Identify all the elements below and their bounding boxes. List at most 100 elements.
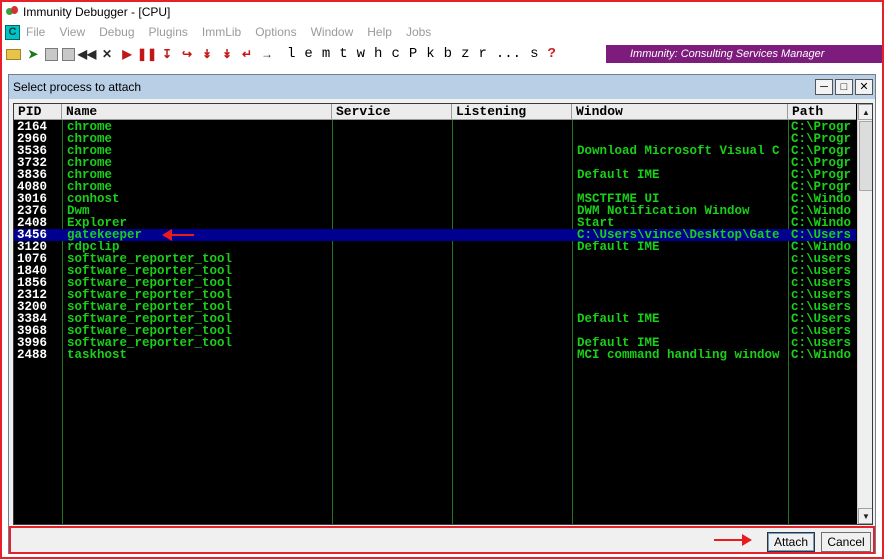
table-row[interactable]: 3120 rdpclip Default IME C:\Windo bbox=[14, 241, 856, 253]
table-row[interactable]: 1856 software_reporter_tool c:\users bbox=[14, 277, 856, 289]
toolbar-references[interactable]: r bbox=[478, 46, 486, 62]
table-row[interactable]: 3384 software_reporter_tool Default IME C:\… bbox=[14, 313, 856, 325]
cell-window bbox=[577, 253, 787, 265]
toolbar-call-stack[interactable]: k bbox=[426, 46, 434, 62]
trace-over-icon[interactable]: ↡ bbox=[219, 46, 235, 62]
scroll-thumb[interactable] bbox=[859, 121, 872, 191]
cell-listening bbox=[457, 313, 571, 325]
cell-window: DWM Notification Window bbox=[577, 205, 750, 217]
cell-path: c:\users bbox=[791, 337, 852, 349]
cell-pid: 3732 bbox=[17, 157, 48, 169]
restart-icon[interactable] bbox=[45, 47, 58, 61]
rewind-icon[interactable]: ◀◀ bbox=[78, 46, 96, 62]
step-into-icon[interactable]: ↧ bbox=[159, 46, 175, 62]
cell-service bbox=[337, 205, 451, 217]
help-icon[interactable]: ? bbox=[548, 46, 556, 62]
table-row[interactable]: 1076 software_reporter_tool c:\users bbox=[14, 253, 856, 265]
go-to-icon[interactable]: → bbox=[259, 46, 275, 62]
scroll-up-icon[interactable]: ▲ bbox=[858, 104, 872, 120]
cpu-icon[interactable]: C bbox=[5, 24, 20, 40]
toolbar-windows[interactable]: w bbox=[357, 46, 365, 62]
menu-file[interactable]: File bbox=[26, 25, 45, 39]
column-header-name[interactable]: Name bbox=[62, 104, 332, 120]
run-icon[interactable]: ▶ bbox=[119, 46, 135, 62]
cell-pid: 3456 bbox=[17, 229, 48, 241]
toolbar-threads[interactable]: t bbox=[339, 46, 347, 62]
table-row[interactable]: 3016 conhost MSCTFIME UI C:\Windo bbox=[14, 193, 856, 205]
menu-plugins[interactable]: Plugins bbox=[149, 25, 188, 39]
column-header-pid[interactable]: PID bbox=[14, 104, 62, 120]
table-row[interactable]: 2164 chrome C:\Progr bbox=[14, 121, 856, 133]
cell-name: chrome bbox=[67, 169, 113, 181]
table-row[interactable]: 3536 chrome Download Microsoft Visual C C:\… bbox=[14, 145, 856, 157]
table-row[interactable]: 2376 Dwm DWM Notification Window C:\Windo bbox=[14, 205, 856, 217]
close-program-icon[interactable] bbox=[62, 47, 75, 61]
trace-into-icon[interactable]: ↡ bbox=[199, 46, 215, 62]
minimize-icon[interactable]: ─ bbox=[815, 79, 833, 95]
table-row[interactable]: 3200 software_reporter_tool c:\users bbox=[14, 301, 856, 313]
table-header: PID Name Service Listening Window Path bbox=[14, 104, 856, 120]
table-row[interactable]: 2312 software_reporter_tool c:\users bbox=[14, 289, 856, 301]
toolbar-patches[interactable]: P bbox=[409, 46, 417, 62]
toolbar-handles[interactable]: h bbox=[374, 46, 382, 62]
cell-pid: 1840 bbox=[17, 265, 48, 277]
toolbar-cpu[interactable]: c bbox=[391, 46, 399, 62]
column-header-window[interactable]: Window bbox=[572, 104, 788, 120]
cell-pid: 2960 bbox=[17, 133, 48, 145]
attach-button[interactable]: Attach bbox=[767, 532, 815, 552]
menu-view[interactable]: View bbox=[59, 25, 85, 39]
close-icon[interactable]: ✕ bbox=[99, 46, 115, 62]
column-header-service[interactable]: Service bbox=[332, 104, 452, 120]
cell-listening bbox=[457, 181, 571, 193]
execute-till-return-icon[interactable]: ↵ bbox=[239, 46, 255, 62]
column-header-path[interactable]: Path bbox=[788, 104, 856, 120]
cell-listening bbox=[457, 301, 571, 313]
menu-help[interactable]: Help bbox=[367, 25, 392, 39]
cell-path: C:\Progr bbox=[791, 157, 852, 169]
cancel-button[interactable]: Cancel bbox=[821, 532, 871, 552]
immunity-app-icon bbox=[5, 5, 19, 19]
cell-service bbox=[337, 253, 451, 265]
toolbar-breakpoints[interactable]: b bbox=[444, 46, 452, 62]
table-row[interactable]: 3996 software_reporter_tool Default IME c:\… bbox=[14, 337, 856, 349]
maximize-icon[interactable]: □ bbox=[835, 79, 853, 95]
menu-options[interactable]: Options bbox=[255, 25, 296, 39]
menu-jobs[interactable]: Jobs bbox=[406, 25, 431, 39]
toolbar-executables[interactable]: e bbox=[304, 46, 312, 62]
attach-run-icon[interactable]: ➤ bbox=[25, 46, 41, 62]
cell-service bbox=[337, 241, 451, 253]
menu-window[interactable]: Window bbox=[311, 25, 354, 39]
vertical-scrollbar[interactable]: ▲ ▼ bbox=[857, 104, 872, 524]
cell-pid: 2312 bbox=[17, 289, 48, 301]
cell-window bbox=[577, 301, 787, 313]
table-row[interactable]: 2960 chrome C:\Progr bbox=[14, 133, 856, 145]
toolbar-log[interactable]: l bbox=[287, 46, 295, 62]
table-row[interactable]: 3456 gatekeeper C:\Users\vince\Desktop\Gat… bbox=[14, 229, 856, 241]
toolbar-source[interactable]: s bbox=[530, 46, 538, 62]
consulting-services-banner[interactable]: Immunity: Consulting Services Manager bbox=[606, 45, 882, 63]
menu-immlib[interactable]: ImmLib bbox=[202, 25, 241, 39]
column-header-listening[interactable]: Listening bbox=[452, 104, 572, 120]
cell-name: chrome bbox=[67, 121, 113, 133]
table-row[interactable]: 2408 Explorer Start C:\Windo bbox=[14, 217, 856, 229]
toolbar-run-trace[interactable]: ... bbox=[496, 46, 521, 62]
dialog-title: Select process to attach bbox=[13, 80, 142, 94]
cell-name: software_reporter_tool bbox=[67, 325, 233, 337]
open-folder-icon[interactable] bbox=[6, 48, 21, 60]
table-row[interactable]: 1840 software_reporter_tool c:\users bbox=[14, 265, 856, 277]
toolbar-z[interactable]: z bbox=[461, 46, 469, 62]
toolbar-memory[interactable]: m bbox=[322, 46, 330, 62]
close-icon[interactable]: ✕ bbox=[855, 79, 873, 95]
cell-window bbox=[577, 133, 787, 145]
table-row[interactable]: 3968 software_reporter_tool c:\users bbox=[14, 325, 856, 337]
table-row[interactable]: 4080 chrome C:\Progr bbox=[14, 181, 856, 193]
cell-name: software_reporter_tool bbox=[67, 277, 233, 289]
table-row[interactable]: 3836 chrome Default IME C:\Progr bbox=[14, 169, 856, 181]
scroll-down-icon[interactable]: ▼ bbox=[858, 508, 872, 524]
menu-debug[interactable]: Debug bbox=[99, 25, 134, 39]
cell-service bbox=[337, 121, 451, 133]
table-row[interactable]: 2488 taskhost MCI command handling window C… bbox=[14, 349, 856, 361]
table-row[interactable]: 3732 chrome C:\Progr bbox=[14, 157, 856, 169]
pause-icon[interactable]: ❚❚ bbox=[137, 46, 157, 62]
step-over-icon[interactable]: ↪ bbox=[179, 46, 195, 62]
